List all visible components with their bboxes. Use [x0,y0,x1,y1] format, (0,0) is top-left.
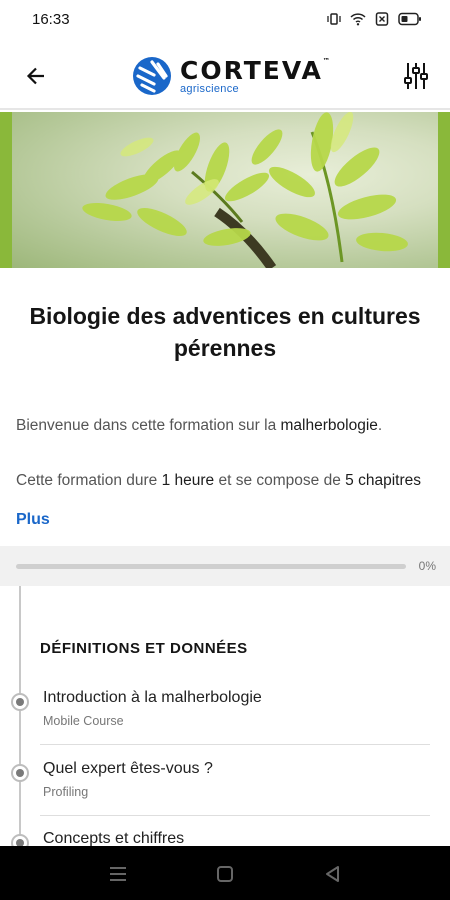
menu-nav-button[interactable] [105,861,131,887]
more-link[interactable]: Plus [16,511,50,529]
divider [40,815,430,816]
battery-icon [398,12,421,26]
filter-button[interactable] [396,56,436,96]
item-title: Introduction à la malherbologie [43,689,262,706]
brand-name: CORTEVA™ [180,55,330,85]
progress-track [16,564,406,569]
arrow-left-icon [26,67,44,85]
corteva-mark-icon [133,57,171,95]
progress-percent: 0% [418,559,436,573]
section-title: DÉFINITIONS ET DONNÉES [40,640,248,657]
brand-sub: agriscience [180,82,239,95]
status-bar: 16:33 [0,0,450,40]
system-nav-bar [0,846,450,900]
sliders-icon [404,63,428,89]
course-description-line2: Cette formation dure 1 heure et se compo… [16,472,421,489]
back-button[interactable] [18,58,54,94]
status-time: 16:33 [32,11,70,28]
item-type: Mobile Course [43,714,124,728]
item-title: Quel expert êtes-vous ? [43,760,213,777]
hero-image [12,112,438,268]
status-icons [326,12,422,26]
vibrate-icon [327,13,341,25]
menu-icon [110,867,126,881]
radio-dot-icon [11,764,29,782]
course-hero [0,112,450,268]
back-triangle-icon [326,866,339,882]
back-nav-button[interactable] [320,861,346,887]
app-bar: CORTEVA™ agriscience [0,40,450,110]
list-item[interactable]: Quel expert êtes-vous ? Profiling [0,760,450,830]
divider [40,744,430,745]
wifi-icon [350,13,366,26]
item-type: Profiling [43,785,89,799]
corteva-logo: CORTEVA™ agriscience [132,54,330,98]
list-item[interactable]: Introduction à la malherbologie Mobile C… [0,689,450,759]
home-square-icon [217,866,233,882]
course-description-line1: Bienvenue dans cette formation sur la ma… [16,417,383,434]
course-progress: 0% [0,546,450,586]
home-nav-button[interactable] [212,861,238,887]
leaves-illustration [82,112,408,268]
radio-dot-icon [11,693,29,711]
sim-off-icon [375,12,389,26]
course-title: Biologie des adventices en cultures pére… [29,303,421,361]
